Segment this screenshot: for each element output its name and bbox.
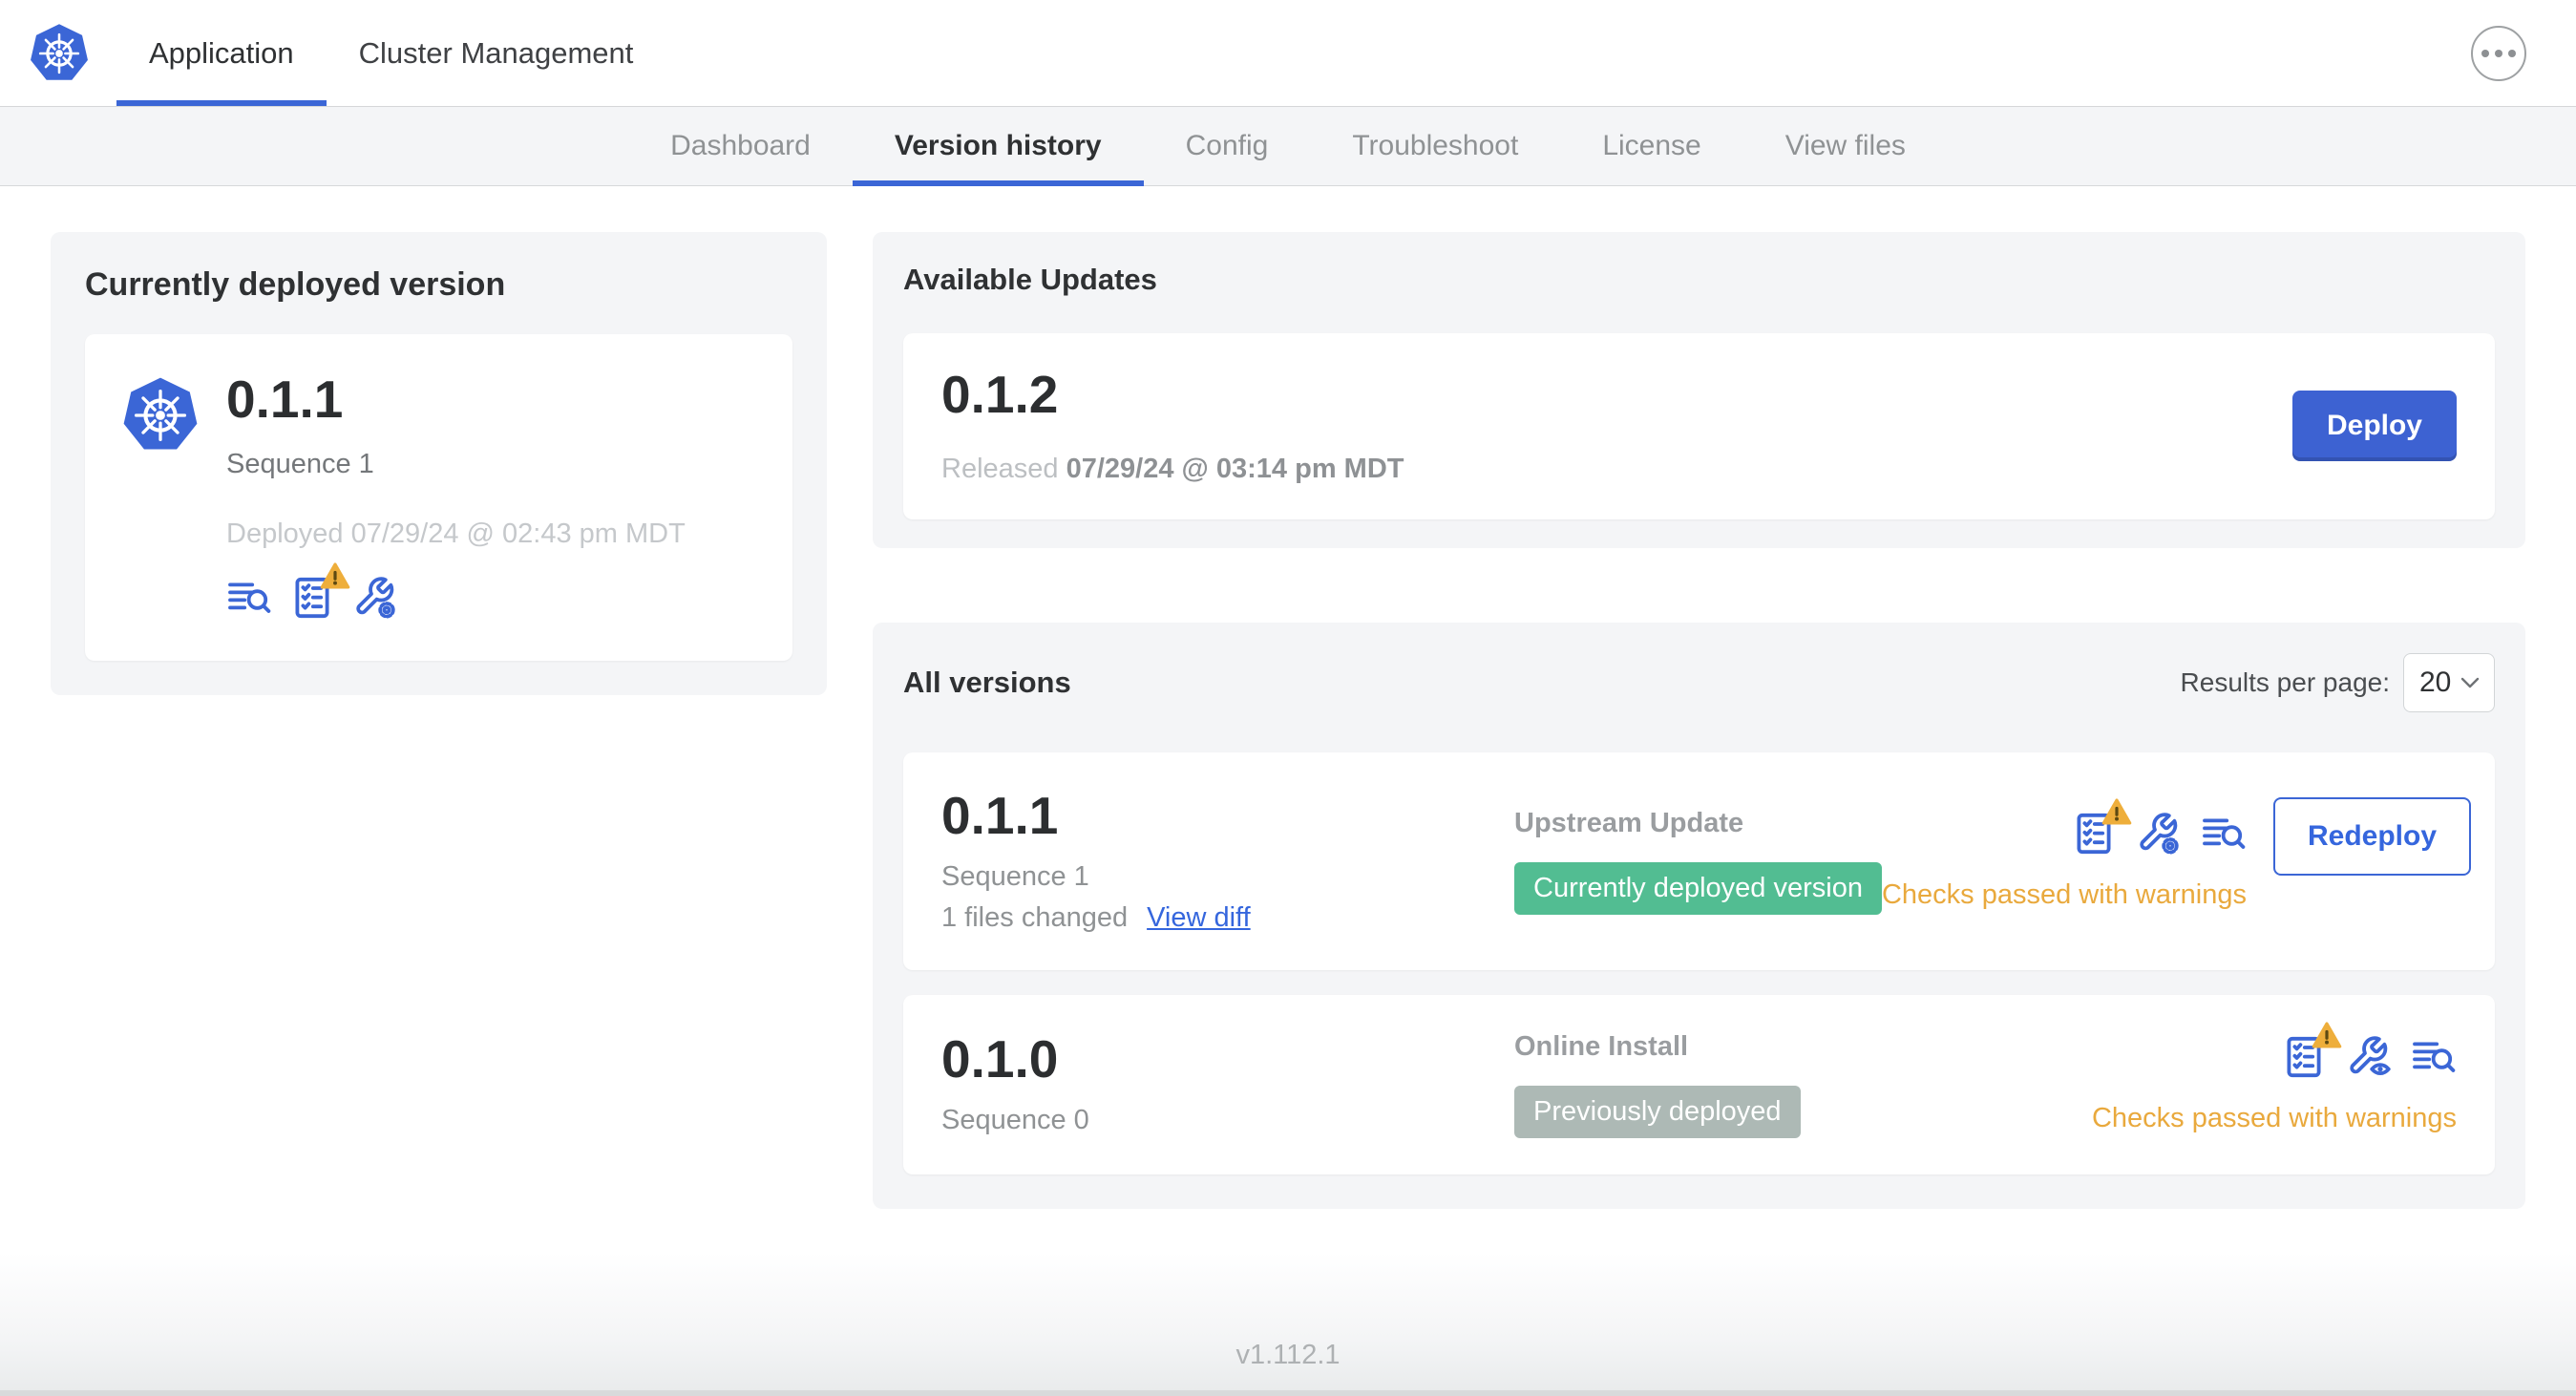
current-version-sequence: Sequence 1 <box>226 448 374 479</box>
row-sequence: Sequence 1 <box>941 860 1089 892</box>
config-view-icon[interactable] <box>2346 1034 2392 1080</box>
deploy-logs-icon[interactable] <box>2411 1034 2457 1080</box>
ellipsis-icon <box>2481 49 2489 57</box>
console-version: v1.112.1 <box>1235 1340 1341 1370</box>
top-header: Application Cluster Management <box>0 0 2576 107</box>
subtab-troubleshoot[interactable]: Troubleshoot <box>1310 107 1560 185</box>
config-icon[interactable] <box>352 575 398 621</box>
preflight-checks-icon[interactable] <box>289 575 335 621</box>
subtab-version-history[interactable]: Version history <box>852 107 1144 186</box>
current-version-card: 0.1.1 Sequence 1 Deployed 07/29/24 @ 02:… <box>85 334 792 661</box>
subtab-license[interactable]: License <box>1560 107 1742 185</box>
preflight-checks-icon[interactable] <box>2281 1034 2327 1080</box>
subtab-view-files[interactable]: View files <box>1743 107 1948 185</box>
status-badge: Currently deployed version <box>1514 861 1882 915</box>
version-row: 0.1.0 Sequence 0 Online Install Previous… <box>903 994 2495 1174</box>
preflight-result-link[interactable]: Checks passed with warnings <box>1882 879 2247 911</box>
app-logo-icon <box>121 376 200 455</box>
config-icon[interactable] <box>2136 811 2182 857</box>
preflight-result-link[interactable]: Checks passed with warnings <box>2092 1103 2457 1134</box>
current-version-deployed-date: Deployed 07/29/24 @ 02:43 pm MDT <box>226 518 686 549</box>
row-source-label: Upstream Update <box>1514 807 1744 838</box>
current-version-title: Currently deployed version <box>85 266 506 303</box>
admin-console: Application Cluster Management Dashboard… <box>0 0 2576 1396</box>
row-version-number: 0.1.1 <box>941 785 1059 845</box>
results-per-page-select[interactable]: 20 <box>2403 652 2495 712</box>
available-update-card: 0.1.2 Released 07/29/24 @ 03:14 pm MDT D… <box>903 333 2495 519</box>
all-versions-panel: All versions Results per page: 20 0.1.1 … <box>873 622 2525 1209</box>
subtab-dashboard[interactable]: Dashboard <box>628 107 853 185</box>
version-row: 0.1.1 Sequence 1 1 files changed View di… <box>903 751 2495 970</box>
results-per-page-label: Results per page: <box>2180 666 2390 697</box>
chevron-down-icon <box>2460 676 2481 689</box>
window-bottom-edge <box>0 1390 2576 1396</box>
deploy-button[interactable]: Deploy <box>2291 391 2457 462</box>
available-updates-title: Available Updates <box>903 263 1157 296</box>
main-content: Currently deployed version 0.1.1 Sequenc… <box>0 186 2576 1253</box>
page-footer: v1.112.1 <box>0 1253 2576 1396</box>
subtab-config[interactable]: Config <box>1144 107 1311 185</box>
tab-application[interactable]: Application <box>116 0 327 106</box>
top-nav-tabs: Application Cluster Management <box>116 0 665 106</box>
warning-icon <box>2312 1021 2342 1049</box>
app-subnav: Dashboard Version history Config Trouble… <box>0 107 2576 186</box>
warning-icon <box>320 561 350 590</box>
view-diff-link[interactable]: View diff <box>1147 902 1251 934</box>
update-released-date: Released 07/29/24 @ 03:14 pm MDT <box>941 453 1404 484</box>
row-source-label: Online Install <box>1514 1030 1689 1062</box>
current-version-panel: Currently deployed version 0.1.1 Sequenc… <box>51 232 827 695</box>
row-sequence: Sequence 0 <box>941 1104 1089 1135</box>
current-version-number: 0.1.1 <box>226 370 344 429</box>
tab-application-label: Application <box>149 35 294 70</box>
more-menu-button[interactable] <box>2471 25 2526 81</box>
warning-icon <box>2101 797 2132 826</box>
status-badge: Previously deployed <box>1514 1085 1801 1138</box>
tab-cluster-management-label: Cluster Management <box>358 35 634 70</box>
all-versions-title: All versions <box>903 665 1071 699</box>
deploy-logs-icon[interactable] <box>226 575 272 621</box>
available-updates-panel: Available Updates 0.1.2 Released 07/29/2… <box>873 232 2525 548</box>
tab-cluster-management[interactable]: Cluster Management <box>327 0 666 106</box>
update-version-number: 0.1.2 <box>941 365 1059 424</box>
preflight-checks-icon[interactable] <box>2071 811 2117 857</box>
active-subtab-underline <box>852 180 1144 186</box>
row-version-number: 0.1.0 <box>941 1029 1059 1089</box>
files-changed-label: 1 files changed <box>941 901 1129 933</box>
redeploy-button[interactable]: Redeploy <box>2272 797 2472 877</box>
deploy-logs-icon[interactable] <box>2201 811 2247 857</box>
active-tab-underline <box>116 100 327 106</box>
kubernetes-logo-icon <box>29 23 90 84</box>
